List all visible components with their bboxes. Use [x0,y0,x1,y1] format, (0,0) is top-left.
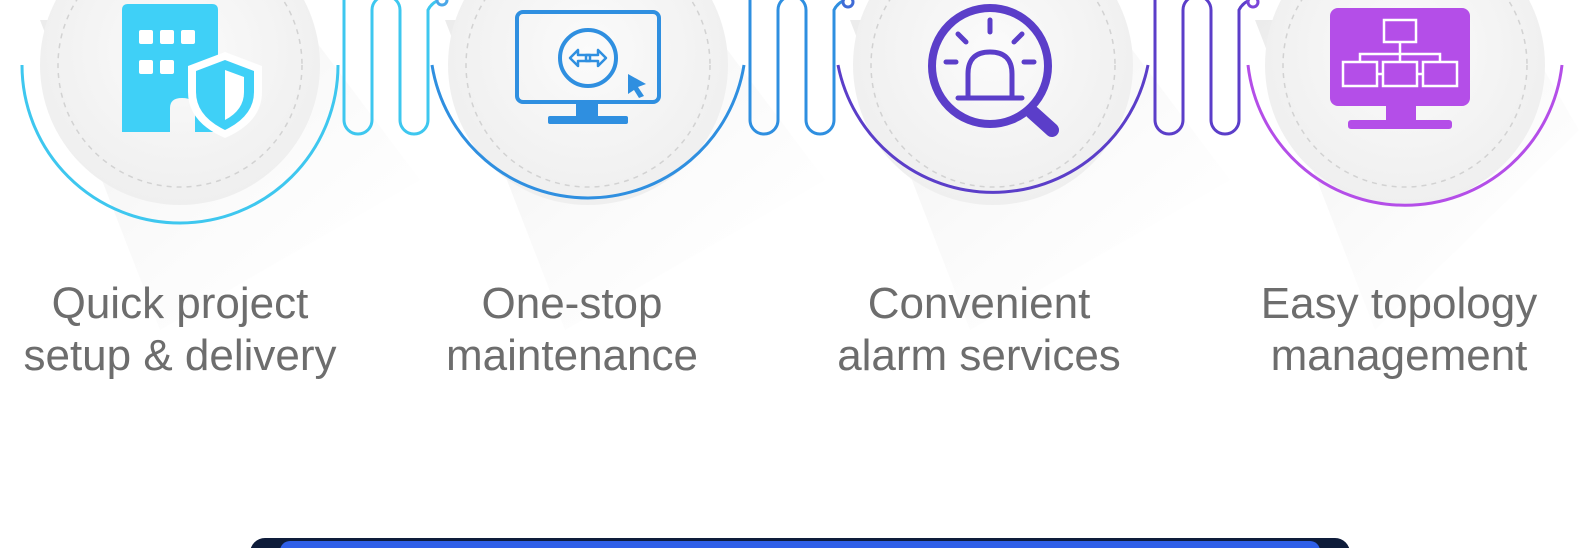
feature-circles-graphic [20,0,1579,330]
feature-label-alarm-line1: Convenient [867,279,1091,328]
feature-label-setup: Quick project setup & delivery [0,278,360,382]
feature-label-maintenance-line1: One-stop [481,279,663,328]
bottom-banner-inner [280,541,1320,548]
feature-label-topology-line2: management [1270,331,1528,380]
bottom-banner [250,538,1350,548]
feature-label-maintenance-line2: maintenance [446,331,698,380]
feature-diagram: Quick project setup & delivery One-stop … [0,0,1579,548]
feature-label-maintenance: One-stop maintenance [392,278,752,382]
feature-label-setup-line1: Quick project [51,279,309,328]
feature-label-topology: Easy topology management [1219,278,1579,382]
feature-label-topology-line1: Easy topology [1260,279,1538,328]
feature-label-alarm: Convenient alarm services [799,278,1159,382]
feature-label-setup-line2: setup & delivery [23,331,337,380]
feature-label-alarm-line2: alarm services [837,331,1121,380]
